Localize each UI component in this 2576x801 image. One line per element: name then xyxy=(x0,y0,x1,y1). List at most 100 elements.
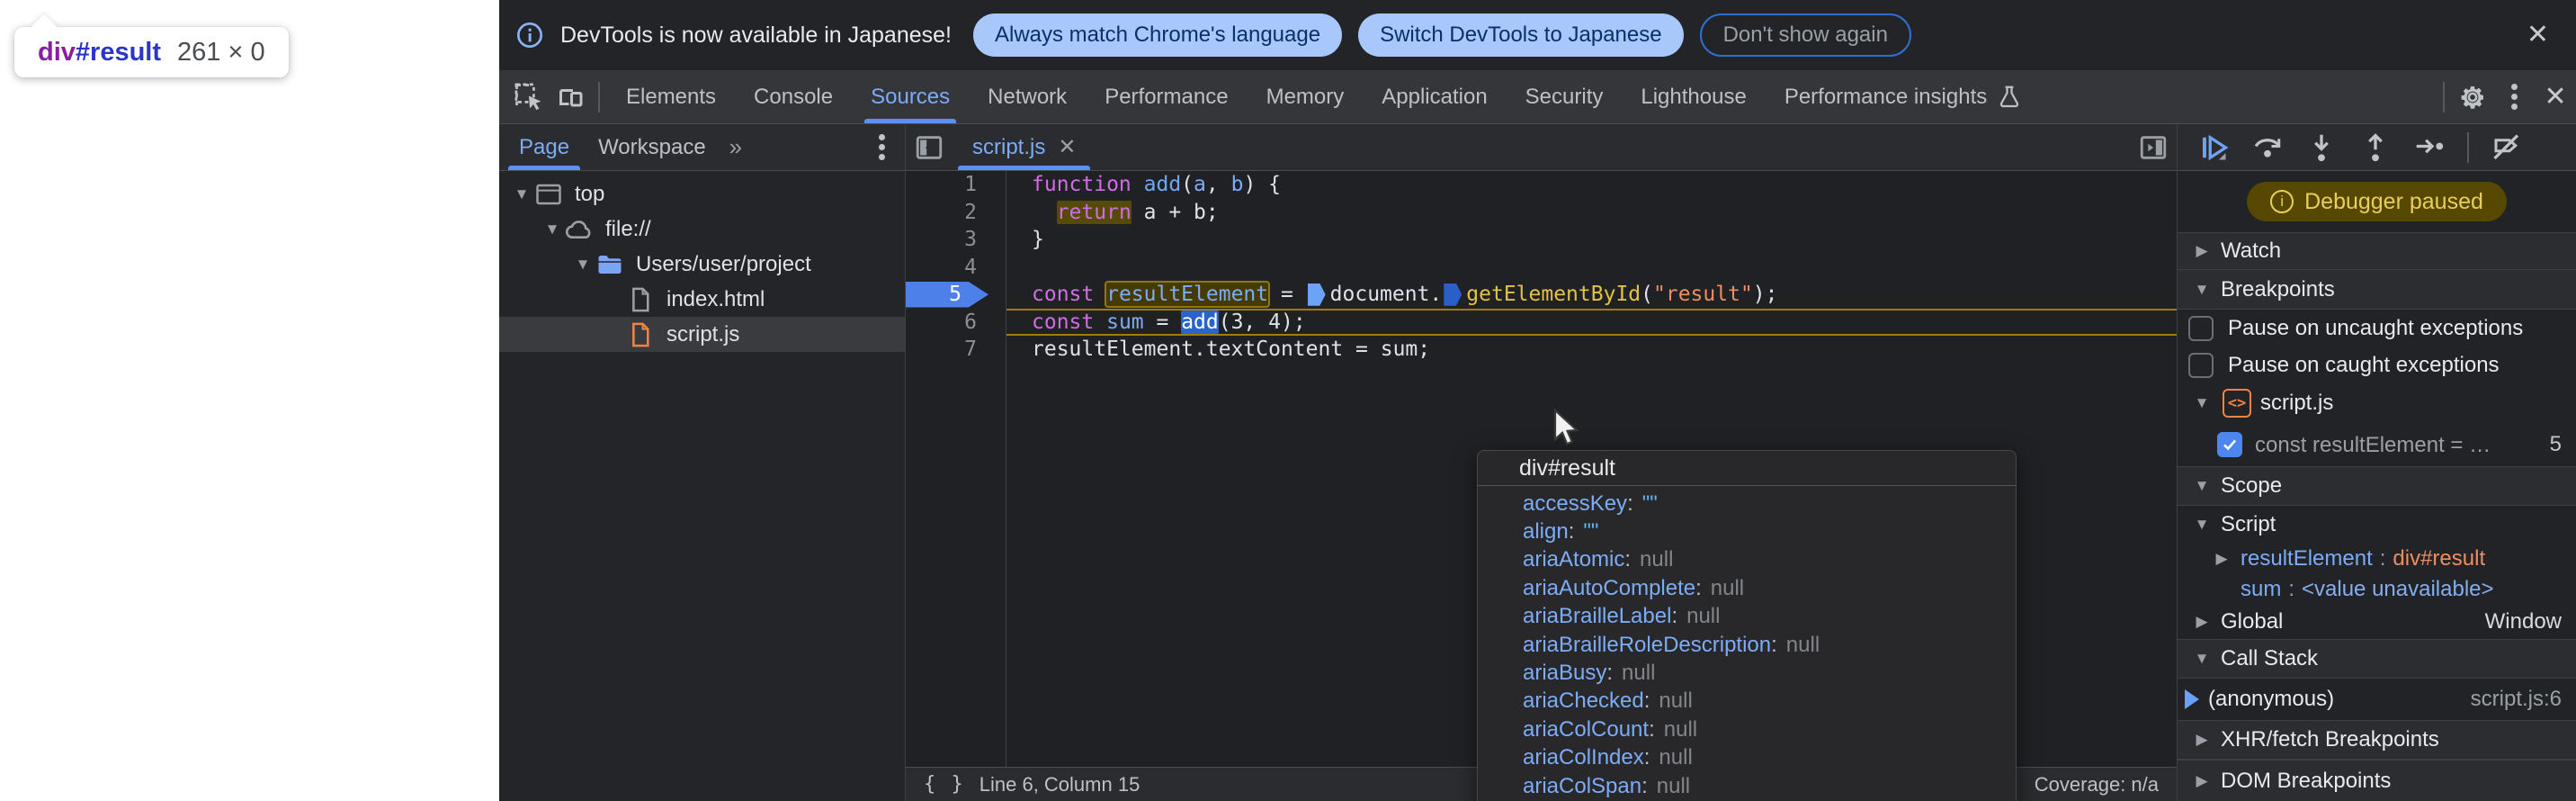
tab-performance[interactable]: Performance xyxy=(1086,70,1247,123)
section-scope[interactable]: ▼ Scope xyxy=(2178,466,2576,506)
file-js-icon xyxy=(625,321,656,348)
code-line-2[interactable]: 2 return a + b; xyxy=(906,199,2177,227)
breakpoints-caret-icon[interactable]: ▼ xyxy=(2190,281,2214,299)
code-line-7[interactable]: 7resultElement.textContent = sum; xyxy=(906,336,2177,364)
scope-var-resultelement[interactable]: ▶ resultElement : div#result xyxy=(2178,544,2576,574)
scope-caret-icon[interactable]: ▼ xyxy=(2190,477,2214,495)
deactivate-breakpoints-icon[interactable] xyxy=(2483,128,2530,167)
pause-caught-checkbox[interactable] xyxy=(2188,353,2214,378)
tab-memory[interactable]: Memory xyxy=(1248,70,1364,123)
section-breakpoints[interactable]: ▼ Breakpoints xyxy=(2178,270,2576,310)
resultelement-caret-icon[interactable]: ▶ xyxy=(2210,550,2233,568)
inline-breakpoint-icon[interactable] xyxy=(1308,284,1326,306)
tree-caret-icon[interactable]: ▼ xyxy=(571,256,595,274)
tab-elements[interactable]: Elements xyxy=(607,70,735,123)
tree-item-file[interactable]: ▼file:// xyxy=(499,212,905,247)
scope-label: Scope xyxy=(2221,473,2282,499)
scope-var-sum[interactable]: sum : <value unavailable> xyxy=(2178,574,2576,605)
toggle-debugger-sidebar-icon[interactable] xyxy=(2130,124,2177,170)
tab-performance-insights[interactable]: Performance insights xyxy=(1766,70,2042,123)
toggle-navigator-sidebar-icon[interactable] xyxy=(906,124,953,170)
pretty-print-icon[interactable]: { } xyxy=(924,773,965,796)
scope-script-row[interactable]: ▼ Script xyxy=(2178,506,2576,544)
line-number[interactable]: 1 xyxy=(906,171,1006,199)
scope-global-row[interactable]: ▶ Global Window xyxy=(2178,605,2576,639)
code-token: ) { xyxy=(1243,173,1281,196)
code-line-5[interactable]: 5const resultElement = document.getEleme… xyxy=(906,281,2177,309)
line-number[interactable]: 4 xyxy=(906,254,1006,282)
navigator-overflow-chevron-icon[interactable]: » xyxy=(720,133,749,161)
dom-caret-icon[interactable]: ▶ xyxy=(2190,772,2214,790)
code-token: add xyxy=(1144,173,1182,196)
breakpoint-line-number[interactable]: 5 xyxy=(906,281,1006,309)
devtools-close-icon[interactable]: ✕ xyxy=(2535,77,2576,117)
inline-breakpoint-icon[interactable] xyxy=(1444,284,1462,306)
always-match-language-button[interactable]: Always match Chrome's language xyxy=(973,14,1342,57)
resume-script-icon[interactable] xyxy=(2190,128,2237,167)
property-value: null xyxy=(1659,745,1692,770)
callstack-label: Call Stack xyxy=(2221,646,2318,671)
code-line-3[interactable]: 3} xyxy=(906,226,2177,254)
step-into-icon[interactable] xyxy=(2298,128,2345,167)
breakpoint-entry-row[interactable]: const resultElement = doc⋯ 5 xyxy=(2178,423,2576,466)
scope-script-caret-icon[interactable]: ▼ xyxy=(2190,516,2214,534)
callstack-caret-icon[interactable]: ▼ xyxy=(2190,650,2214,668)
breakpoint-file-group[interactable]: ▼ <> script.js xyxy=(2178,383,2576,423)
tree-item-index-html[interactable]: index.html xyxy=(499,282,905,317)
tree-caret-icon[interactable]: ▼ xyxy=(541,220,564,238)
callstack-frame-row[interactable]: (anonymous) script.js:6 xyxy=(2178,679,2576,720)
section-xhr-breakpoints[interactable]: ▶ XHR/fetch Breakpoints xyxy=(2178,720,2576,760)
debugger-toolbar-divider xyxy=(2467,132,2469,163)
pause-caught-row[interactable]: Pause on caught exceptions xyxy=(2178,346,2576,383)
tab-page[interactable]: Page xyxy=(505,124,584,170)
tree-item-script-js[interactable]: script.js xyxy=(499,317,905,352)
more-options-icon[interactable] xyxy=(2493,77,2535,117)
settings-gear-icon[interactable] xyxy=(2452,77,2493,117)
watch-caret-icon[interactable]: ▶ xyxy=(2190,242,2214,260)
step-over-icon[interactable] xyxy=(2244,128,2291,167)
code-line-1[interactable]: 1function add(a, b) { xyxy=(906,171,2177,199)
line-number[interactable]: 7 xyxy=(906,336,1006,364)
tree-caret-icon[interactable]: ▼ xyxy=(510,185,533,203)
section-watch[interactable]: ▶ Watch xyxy=(2178,232,2576,270)
xhr-caret-icon[interactable]: ▶ xyxy=(2190,731,2214,749)
code-token: document. xyxy=(1330,283,1443,306)
breakpoint-enabled-checkbox[interactable] xyxy=(2217,432,2242,457)
editor-tab-close-icon[interactable]: ✕ xyxy=(1058,134,1076,160)
code-line-4[interactable]: 4 xyxy=(906,254,2177,282)
callstack-frame-location: script.js:6 xyxy=(2471,687,2576,712)
pause-uncaught-row[interactable]: Pause on uncaught exceptions xyxy=(2178,310,2576,346)
device-toolbar-icon[interactable] xyxy=(550,77,591,117)
inspect-element-icon[interactable] xyxy=(508,77,550,117)
line-number[interactable]: 3 xyxy=(906,226,1006,254)
tab-lighthouse[interactable]: Lighthouse xyxy=(1622,70,1765,123)
notification-close-icon[interactable]: ✕ xyxy=(2516,22,2560,49)
line-number[interactable]: 2 xyxy=(906,199,1006,227)
code-line-6[interactable]: 6const sum = add(3, 4); xyxy=(906,309,2177,337)
global-caret-icon[interactable]: ▶ xyxy=(2190,613,2214,631)
switch-devtools-japanese-button[interactable]: Switch DevTools to Japanese xyxy=(1358,14,1684,57)
flask-icon xyxy=(1996,84,2023,111)
line-number[interactable]: 6 xyxy=(906,309,1006,337)
tab-console[interactable]: Console xyxy=(735,70,852,123)
editor-tab-label: script.js xyxy=(972,135,1045,160)
section-call-stack[interactable]: ▼ Call Stack xyxy=(2178,639,2576,679)
tab-workspace[interactable]: Workspace xyxy=(584,124,720,170)
tab-sources[interactable]: Sources xyxy=(852,70,969,123)
step-icon[interactable] xyxy=(2406,128,2453,167)
tab-network[interactable]: Network xyxy=(969,70,1086,123)
property-value: "" xyxy=(1583,519,1598,544)
folder-icon xyxy=(595,251,625,278)
tab-security[interactable]: Security xyxy=(1507,70,1623,123)
dont-show-again-button[interactable]: Don't show again xyxy=(1700,14,1911,57)
editor-tab-scriptjs[interactable]: script.js ✕ xyxy=(953,124,1096,170)
breakpoint-marker[interactable]: 5 xyxy=(906,282,988,308)
tree-item-users-user-project[interactable]: ▼Users/user/project xyxy=(499,247,905,282)
breakpoint-file-caret-icon[interactable]: ▼ xyxy=(2190,394,2214,412)
tree-item-top[interactable]: ▼top xyxy=(499,176,905,212)
section-dom-breakpoints[interactable]: ▶ DOM Breakpoints xyxy=(2178,760,2576,801)
navigator-more-options-icon[interactable] xyxy=(863,128,899,167)
tab-application[interactable]: Application xyxy=(1363,70,1506,123)
step-out-icon[interactable] xyxy=(2352,128,2399,167)
pause-uncaught-checkbox[interactable] xyxy=(2188,316,2214,341)
